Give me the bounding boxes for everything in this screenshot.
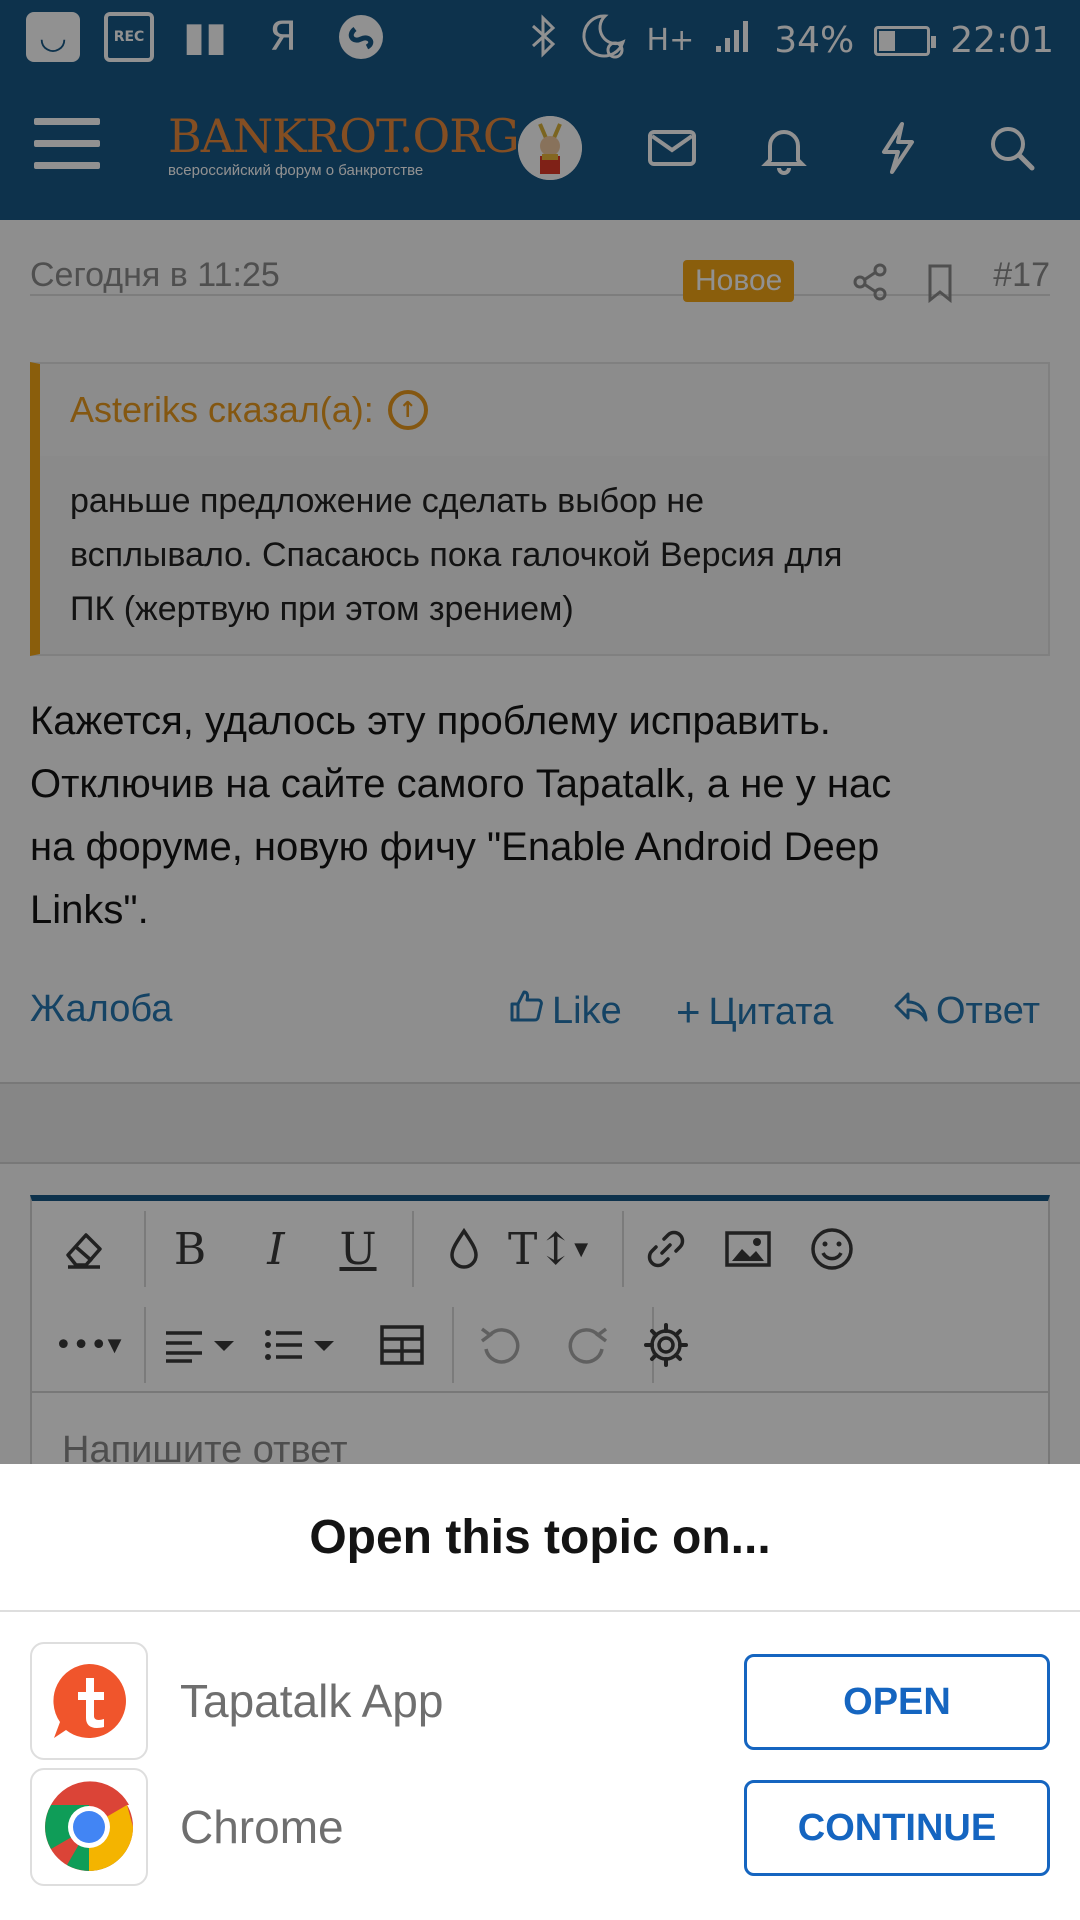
tapatalk-icon xyxy=(30,1642,148,1760)
open-button[interactable]: OPEN xyxy=(744,1654,1050,1750)
modal-overlay[interactable] xyxy=(0,0,1080,1464)
app-row-chrome[interactable]: Chrome CONTINUE xyxy=(0,1764,1080,1890)
app-name: Tapatalk App xyxy=(180,1675,444,1727)
continue-button[interactable]: CONTINUE xyxy=(744,1780,1050,1876)
app-name: Chrome xyxy=(180,1801,344,1853)
open-with-sheet: Open this topic on... Tapatalk App OPEN … xyxy=(0,1464,1080,1920)
chrome-icon xyxy=(30,1768,148,1886)
app-row-tapatalk[interactable]: Tapatalk App OPEN xyxy=(0,1638,1080,1764)
sheet-title: Open this topic on... xyxy=(0,1464,1080,1612)
